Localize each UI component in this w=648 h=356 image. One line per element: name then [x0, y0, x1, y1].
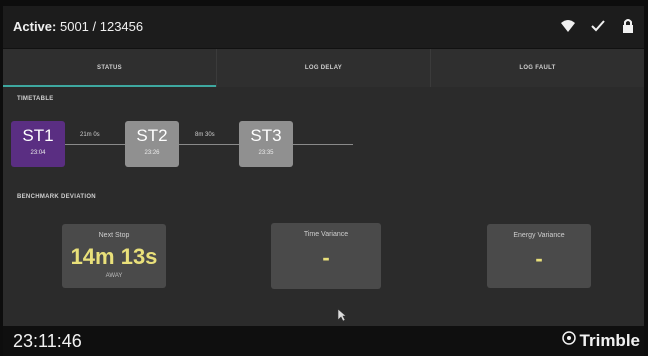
stop-st1[interactable]: ST1 23:04	[11, 121, 65, 167]
stop-code: ST3	[250, 126, 282, 145]
status-icons	[558, 16, 638, 36]
tab-status[interactable]: STATUS	[3, 49, 217, 87]
card-label: Next Stop	[98, 232, 130, 239]
energy-variance-card: Energy Variance -	[487, 224, 591, 288]
segment-duration: 21m 0s	[80, 132, 100, 138]
active-value: 5001 / 123456	[59, 19, 144, 34]
stop-time: 23:04	[30, 150, 46, 156]
brand-name: Trimble	[579, 330, 640, 350]
timetable-label: TIMETABLE	[17, 96, 54, 102]
check-icon	[588, 16, 608, 36]
card-sub: AWAY	[105, 273, 123, 279]
stop-code: ST1	[22, 126, 54, 145]
tab-bar: STATUS LOG DELAY LOG FAULT	[3, 49, 644, 87]
footer-bar: 23:11:46 Trimble	[3, 326, 644, 356]
card-value: -	[322, 245, 330, 270]
lock-icon[interactable]	[618, 16, 638, 36]
timeline-line	[63, 144, 353, 145]
top-bar: Active: 5001 / 123456	[3, 6, 644, 49]
trimble-logo-icon	[561, 330, 577, 351]
clock: 23:11:46	[13, 331, 82, 351]
stop-st2[interactable]: ST2 23:26	[125, 121, 179, 167]
active-label: Active:	[13, 19, 57, 34]
brand-logo: Trimble	[561, 330, 640, 351]
tab-log-delay[interactable]: LOG DELAY	[217, 49, 431, 87]
stop-st3[interactable]: ST3 23:35	[239, 121, 293, 167]
tab-log-fault[interactable]: LOG FAULT	[431, 49, 644, 87]
segment-duration: 8m 30s	[195, 132, 215, 138]
next-stop-card: Next Stop 14m 13s AWAY	[62, 224, 166, 288]
mouse-cursor-icon	[337, 308, 347, 327]
card-label: Time Variance	[303, 231, 349, 238]
active-vehicle-title: Active: 5001 / 123456	[13, 19, 143, 34]
card-value: 14m 13s	[70, 244, 158, 269]
card-label: Energy Variance	[513, 232, 565, 239]
stop-time: 23:26	[144, 150, 160, 156]
app-screen: Active: 5001 / 123456 STATUS LOG DELAY L…	[3, 6, 644, 326]
wifi-icon	[558, 16, 578, 36]
stop-time: 23:35	[258, 150, 274, 156]
time-variance-card: Time Variance -	[271, 223, 381, 289]
stop-code: ST2	[136, 126, 168, 145]
benchmark-label: BENCHMARK DEVIATION	[17, 194, 96, 200]
card-value: -	[535, 246, 543, 271]
